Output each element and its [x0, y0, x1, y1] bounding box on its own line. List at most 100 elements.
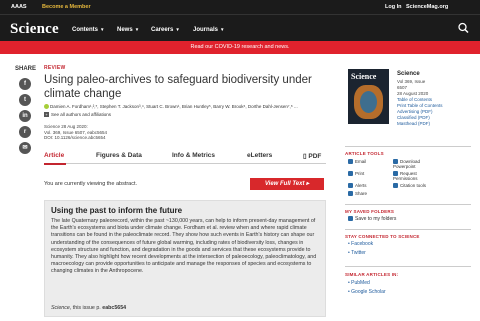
- issue-advertising-link[interactable]: Advertising (PDF): [397, 109, 433, 114]
- cover-title: Science: [351, 72, 377, 81]
- sidebar-divider: [345, 204, 471, 205]
- citation-doi: DOI: 10.1126/science.abc5654: [44, 135, 106, 140]
- article-citation: Science 28 Aug 2020: Vol. 369, Issue 650…: [44, 124, 107, 141]
- facebook-link[interactable]: • Facebook: [348, 241, 373, 247]
- tool-citation[interactable]: Citation tools: [393, 183, 427, 189]
- arrow-right-icon: ▸: [306, 181, 310, 187]
- issue-masthead-link[interactable]: Masthead (PDF): [397, 121, 430, 126]
- main-navbar: Science Contents ▼ News ▼ Careers ▼ Journal…: [0, 14, 480, 41]
- tab-info-metrics[interactable]: Info & Metrics: [172, 152, 215, 159]
- linkedin-icon[interactable]: in: [19, 110, 31, 122]
- google-scholar-label: Google Scholar: [351, 289, 386, 295]
- covid-banner-text: Read our COVID-19 research and news.: [190, 44, 290, 50]
- plus-icon: +: [44, 112, 49, 117]
- twitter-link[interactable]: • Twitter: [348, 250, 366, 256]
- top-utility-bar: AAAS Become a Member Log In ScienceMag.o…: [0, 0, 480, 14]
- sidebar-divider: [345, 229, 471, 230]
- tool-email-label: Email: [355, 159, 367, 164]
- nav-news[interactable]: News ▼: [117, 27, 139, 33]
- bullet-icon: •: [348, 289, 350, 295]
- nav-journals-label: Journals: [193, 27, 219, 33]
- tool-request-permissions[interactable]: Request Permissions: [393, 171, 439, 181]
- sidebar-divider: [345, 266, 471, 267]
- issue-date: 28 August 2020: [397, 91, 429, 96]
- alerts-icon: [348, 183, 353, 189]
- save-to-folders-link[interactable]: Save to my folders: [348, 216, 396, 222]
- tool-email[interactable]: Email: [348, 159, 367, 165]
- sidebar-divider: [345, 146, 471, 147]
- tool-alerts-label: Alerts: [355, 183, 367, 188]
- view-full-text-button[interactable]: View Full Text ▸: [250, 178, 324, 190]
- email-share-icon[interactable]: ✉: [19, 142, 31, 154]
- tool-citation-label: Citation tools: [400, 183, 427, 188]
- summary-heading: Using the past to inform the future: [51, 206, 183, 215]
- citation-icon: [393, 183, 398, 189]
- issue-classified-link[interactable]: Classified (PDF): [397, 115, 430, 120]
- tab-pdf-label: PDF: [308, 153, 322, 160]
- folder-icon: [348, 216, 353, 222]
- orcid-icon: [44, 104, 49, 110]
- covid-banner[interactable]: Read our COVID-19 research and news.: [0, 41, 480, 54]
- share-label: SHARE: [15, 66, 37, 72]
- nav-contents-label: Contents: [72, 27, 98, 33]
- article-tabs: Article Figures & Data Info & Metrics eL…: [44, 150, 326, 165]
- abstract-notice: You are currently viewing the abstract.: [44, 181, 138, 187]
- summary-cite-text: , this issue p.: [69, 305, 103, 311]
- share-icon: [348, 191, 353, 197]
- search-icon[interactable]: [456, 22, 472, 34]
- tab-eletters[interactable]: eLetters: [247, 152, 272, 159]
- nav-journals[interactable]: Journals ▼: [193, 27, 224, 33]
- nav-contents[interactable]: Contents ▼: [72, 27, 104, 33]
- editor-summary-box: Using the past to inform the future The …: [44, 200, 326, 317]
- pubmed-label: PubMed: [351, 280, 370, 286]
- issue-volume: Vol 369, Issue: [397, 79, 426, 84]
- issue-journal-name: Science: [397, 71, 420, 77]
- bullet-icon: •: [348, 250, 350, 256]
- nav-careers-label: Careers: [151, 27, 174, 33]
- chevron-down-icon: ▼: [220, 27, 225, 32]
- print-icon: [348, 171, 353, 177]
- nav-careers[interactable]: Careers ▼: [151, 27, 180, 33]
- cover-art-inner: [360, 91, 377, 113]
- science-logo[interactable]: Science: [10, 21, 59, 38]
- tool-share-label: Share: [355, 191, 368, 196]
- chevron-down-icon: ▼: [175, 27, 180, 32]
- sciencemag-link[interactable]: ScienceMag.org: [406, 4, 448, 10]
- tool-print[interactable]: Print: [348, 171, 364, 177]
- facebook-icon[interactable]: f: [19, 78, 31, 90]
- twitter-label: Twitter: [351, 250, 366, 256]
- become-member-link[interactable]: Become a Member: [42, 4, 91, 10]
- view-full-text-label: View Full Text: [264, 181, 305, 187]
- saved-folders-heading: MY SAVED FOLDERS: [345, 209, 395, 214]
- tool-download-powerpoint[interactable]: Download Powerpoint: [393, 159, 443, 169]
- tab-pdf[interactable]: ▯ PDF: [303, 152, 321, 160]
- summary-citation: Science, this issue p. eabc5654: [51, 305, 126, 311]
- google-scholar-link[interactable]: • Google Scholar: [348, 289, 386, 295]
- chevron-down-icon: ▼: [100, 27, 105, 32]
- issue-number: 6507: [397, 85, 408, 90]
- twitter-icon[interactable]: t: [19, 94, 31, 106]
- tab-article[interactable]: Article: [44, 152, 64, 159]
- reddit-icon[interactable]: r: [19, 126, 31, 138]
- log-in-link[interactable]: Log In: [385, 4, 402, 10]
- show-all-authors[interactable]: + See all authors and affiliations: [44, 112, 111, 117]
- author-names[interactable]: Damien A. Fordham¹,²,*, Stephen T. Jacks…: [50, 104, 298, 109]
- article-title: Using paleo-archives to safeguard biodiv…: [44, 74, 312, 100]
- tab-figures-data[interactable]: Figures & Data: [96, 152, 142, 159]
- issue-cover-image[interactable]: Science: [348, 69, 389, 124]
- tool-share[interactable]: Share: [348, 191, 368, 197]
- article-type: REVIEW: [44, 65, 66, 71]
- tool-alerts[interactable]: Alerts: [348, 183, 367, 189]
- pdf-icon: ▯: [303, 153, 307, 160]
- summary-cite-link[interactable]: eabc5654: [102, 305, 126, 311]
- save-to-folders-label: Save to my folders: [355, 216, 397, 222]
- active-tab-indicator: [44, 163, 66, 165]
- author-list: Damien A. Fordham¹,²,*, Stephen T. Jacks…: [44, 104, 326, 110]
- facebook-label: Facebook: [351, 241, 374, 247]
- issue-toc-link[interactable]: Table of Contents: [397, 97, 432, 102]
- issue-print-toc-link[interactable]: Print Table of Contents: [397, 103, 442, 108]
- chevron-down-icon: ▼: [134, 27, 140, 32]
- aaas-logo[interactable]: AAAS: [11, 4, 27, 10]
- pubmed-link[interactable]: • PubMed: [348, 280, 370, 286]
- similar-articles-heading: SIMILAR ARTICLES IN:: [345, 272, 399, 277]
